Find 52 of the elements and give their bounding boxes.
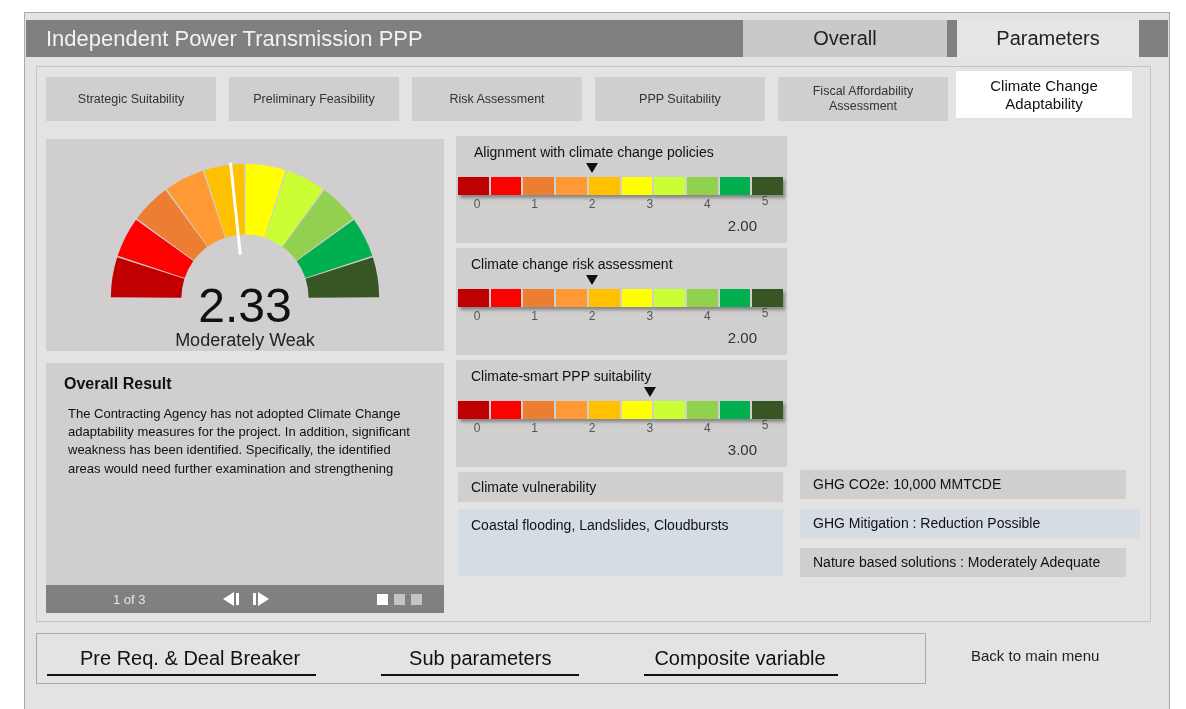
info-field: GHG Mitigation : Reduction Possible xyxy=(800,509,1140,538)
info-field: GHG CO2e: 10,000 MMTCDE xyxy=(800,470,1126,499)
tick-label: 5 xyxy=(761,418,769,432)
tick-label: 2 xyxy=(588,197,596,211)
score-rating: Moderately Weak xyxy=(175,330,315,351)
tick-label: 0 xyxy=(473,421,481,435)
tick-label: 0 xyxy=(473,197,481,211)
vulnerability-label: Climate vulnerability xyxy=(458,472,783,502)
next-icon[interactable] xyxy=(251,592,269,606)
scale-value: 2.00 xyxy=(727,217,757,234)
tick-label: 3 xyxy=(646,197,654,211)
result-title: Overall Result xyxy=(64,375,173,393)
back-link[interactable]: Back to main menu xyxy=(971,647,1100,664)
tick-label: 3 xyxy=(646,309,654,323)
sub-tab[interactable]: Climate Change Adaptability xyxy=(956,71,1132,118)
tab[interactable]: Overall xyxy=(743,20,947,57)
scale-title: Climate change risk assessment xyxy=(471,256,674,272)
tick-label: 4 xyxy=(704,421,711,435)
tick-label: 0 xyxy=(473,309,481,323)
page-indicator[interactable] xyxy=(394,593,405,605)
tab[interactable]: Parameters xyxy=(957,20,1139,57)
tick-label: 3 xyxy=(646,421,654,435)
tick-label: 1 xyxy=(531,309,538,323)
scale-value: 2.00 xyxy=(727,329,757,346)
tick-label: 4 xyxy=(704,309,711,323)
scale-value: 3.00 xyxy=(727,441,757,458)
tick-label: 5 xyxy=(761,194,769,208)
sub-tab[interactable]: Strategic Suitability xyxy=(46,77,216,121)
info-field: Nature based solutions : Moderately Adequate xyxy=(800,548,1126,577)
window-title: Independent Power Transmission PPP xyxy=(45,25,423,52)
nav-link[interactable]: Sub parameters xyxy=(381,647,580,676)
nav-link[interactable]: Pre Req. & Deal Breaker xyxy=(47,647,317,676)
scale-title: Alignment with climate change policies xyxy=(474,144,715,160)
vulnerability-value: Coastal flooding, Landslides, Cloudbursts xyxy=(458,509,783,576)
scale-title: Climate-smart PPP suitability xyxy=(471,368,653,384)
sub-tab[interactable]: Preliminary Feasibility xyxy=(229,77,399,121)
tick-label: 2 xyxy=(588,309,596,323)
nav-link[interactable]: Composite variable xyxy=(644,647,838,676)
page-indicator[interactable] xyxy=(411,593,422,605)
tick-label: 4 xyxy=(704,197,711,211)
result-text: The Contracting Agency has not adopted Climate Change adaptability measures for the project. In addition, significant weakness has been identified. Specifically, the identified areas would need further examination and strengthening xyxy=(68,405,411,478)
sub-tab[interactable]: Risk Assessment xyxy=(412,77,582,121)
tick-label: 1 xyxy=(531,421,538,435)
score-value: 2.33 xyxy=(198,282,292,330)
page-indicator[interactable] xyxy=(377,593,388,605)
tick-label: 2 xyxy=(588,421,596,435)
sub-tab[interactable]: PPP Suitability xyxy=(595,77,765,121)
previous-icon[interactable] xyxy=(223,592,241,606)
tick-label: 5 xyxy=(761,306,769,320)
page-count: 1 of 3 xyxy=(113,591,147,607)
tick-label: 1 xyxy=(531,197,538,211)
sub-tab[interactable]: Fiscal Affordability Assessment xyxy=(778,77,948,121)
